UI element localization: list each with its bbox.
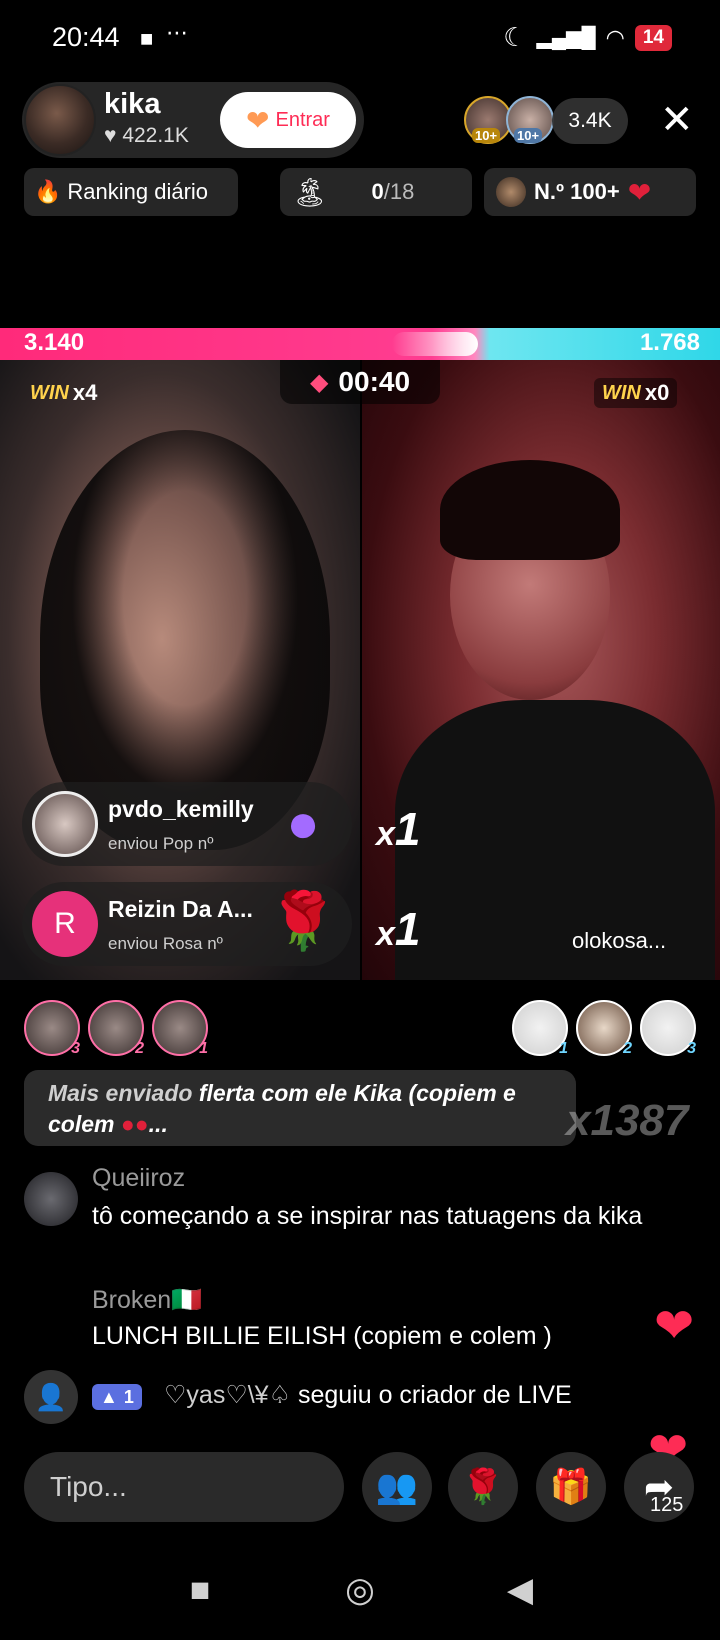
rose-gift-icon: 🌹: [268, 889, 338, 952]
follow-user-icon: 👤: [24, 1370, 78, 1424]
host-avatar[interactable]: [24, 84, 96, 156]
recent-apps-icon[interactable]: ■: [180, 1570, 220, 1610]
heart-plus-icon: ❤: [246, 104, 270, 136]
guests-button[interactable]: 👥: [362, 1452, 432, 1522]
viewer-count[interactable]: 3.4K: [552, 98, 628, 144]
island-icon: 🏝: [292, 176, 328, 208]
close-icon[interactable]: ✕: [660, 98, 694, 142]
top-gifter-avatar[interactable]: 1: [512, 1000, 568, 1057]
gift-combo: x1: [376, 903, 421, 955]
chat-username[interactable]: Queiiroz: [92, 1164, 185, 1193]
chat-message: LUNCH BILLIE EILISH (copiem e colem ): [92, 1322, 552, 1350]
gift-text: enviou Rosa nº: [108, 934, 223, 953]
host-likes: ♥ 422.1K: [104, 124, 189, 147]
triangle-level-icon: ▲: [100, 1386, 118, 1407]
camera-icon: ■: [140, 26, 154, 51]
battery-icon: 14: [634, 24, 672, 51]
home-icon[interactable]: ◎: [340, 1570, 380, 1610]
join-button[interactable]: ❤ Entrar: [220, 92, 356, 148]
heart-icon: ♥: [104, 124, 117, 147]
share-count: 125: [650, 1494, 684, 1516]
multi-guest-icon: 👥: [375, 1468, 419, 1506]
top-gifter-avatar[interactable]: 1: [152, 1000, 208, 1057]
pinned-message[interactable]: Mais enviado flerta com ele Kika (copiem…: [24, 1070, 576, 1146]
top-viewer-avatar[interactable]: 10+: [464, 96, 512, 144]
goal-chip[interactable]: 🏝 0 /18: [280, 168, 472, 216]
gift-button[interactable]: 🎁: [536, 1452, 606, 1522]
rank-avatar-icon: [496, 177, 526, 207]
gift-text: enviou Pop nº: [108, 834, 214, 853]
top-gifter-avatar[interactable]: 3: [24, 1000, 80, 1057]
top-viewer-avatar[interactable]: 10+: [506, 96, 554, 144]
score-divider-icon: [392, 332, 478, 356]
gifter-avatar[interactable]: R: [32, 891, 98, 957]
status-icons: ☾ ▂▄▆█ ◠ 14: [503, 22, 672, 53]
signal-icon: ▂▄▆█: [536, 27, 596, 49]
left-score: 3.140: [24, 329, 85, 356]
fire-icon: 🔥: [34, 179, 62, 204]
rank-chip[interactable]: N.º 100+ ❤: [484, 168, 696, 216]
top-gifter-avatar[interactable]: 2: [88, 1000, 144, 1057]
gifter-name: Reizin Da A...: [108, 896, 253, 922]
gift-icon: 🎁: [549, 1468, 593, 1506]
pop-gift-icon: ●: [286, 791, 320, 854]
rose-button[interactable]: 🌹: [448, 1452, 518, 1522]
red-circle-icon: ●●: [120, 1111, 149, 1137]
more-icon: ⋯: [166, 20, 188, 45]
battle-score-bar: [0, 328, 720, 360]
panel-divider: [360, 360, 362, 980]
chat-message: tô começando a se inspirar nas tatuagens…: [92, 1202, 643, 1230]
right-win-badge: WIN x0: [594, 378, 678, 408]
back-icon[interactable]: ◀: [500, 1570, 540, 1610]
guest-hair: [440, 460, 620, 560]
status-time: 20:44: [52, 22, 120, 52]
gift-combo: x1: [376, 803, 421, 855]
battle-timer: ◆ 00:40: [280, 360, 440, 404]
left-win-badge: WIN x4: [30, 380, 98, 405]
gifter-name: pvdo_kemilly: [108, 796, 254, 822]
guest-shirt: [395, 700, 715, 980]
multiplier-watermark: x1387: [566, 1096, 689, 1145]
top-gifter-avatar[interactable]: 3: [640, 1000, 696, 1057]
top-gifter-avatar[interactable]: 2: [576, 1000, 632, 1057]
level-badge: ▲ 1: [92, 1384, 142, 1410]
moon-icon: ☾: [503, 22, 527, 52]
gifter-avatar[interactable]: [32, 791, 98, 857]
floating-heart-icon: ❤: [654, 1300, 695, 1353]
comment-input[interactable]: Tipo...: [24, 1452, 344, 1522]
follow-notice: ♡yas♡\¥♤ seguiu o criador de LIVE: [164, 1381, 572, 1409]
heart-gift-icon: ❤: [627, 176, 652, 208]
guest-name[interactable]: olokosa...: [572, 928, 666, 954]
chat-avatar[interactable]: [24, 1172, 78, 1226]
chat-username[interactable]: Broken🇮🇹: [92, 1286, 202, 1315]
wifi-icon: ◠: [605, 24, 625, 50]
right-score: 1.768: [639, 329, 700, 356]
boxing-glove-icon: ◆: [309, 368, 329, 396]
daily-ranking-chip[interactable]: 🔥 Ranking diário: [24, 168, 238, 216]
rose-icon: 🌹: [461, 1468, 505, 1506]
host-name[interactable]: kika: [104, 88, 160, 121]
